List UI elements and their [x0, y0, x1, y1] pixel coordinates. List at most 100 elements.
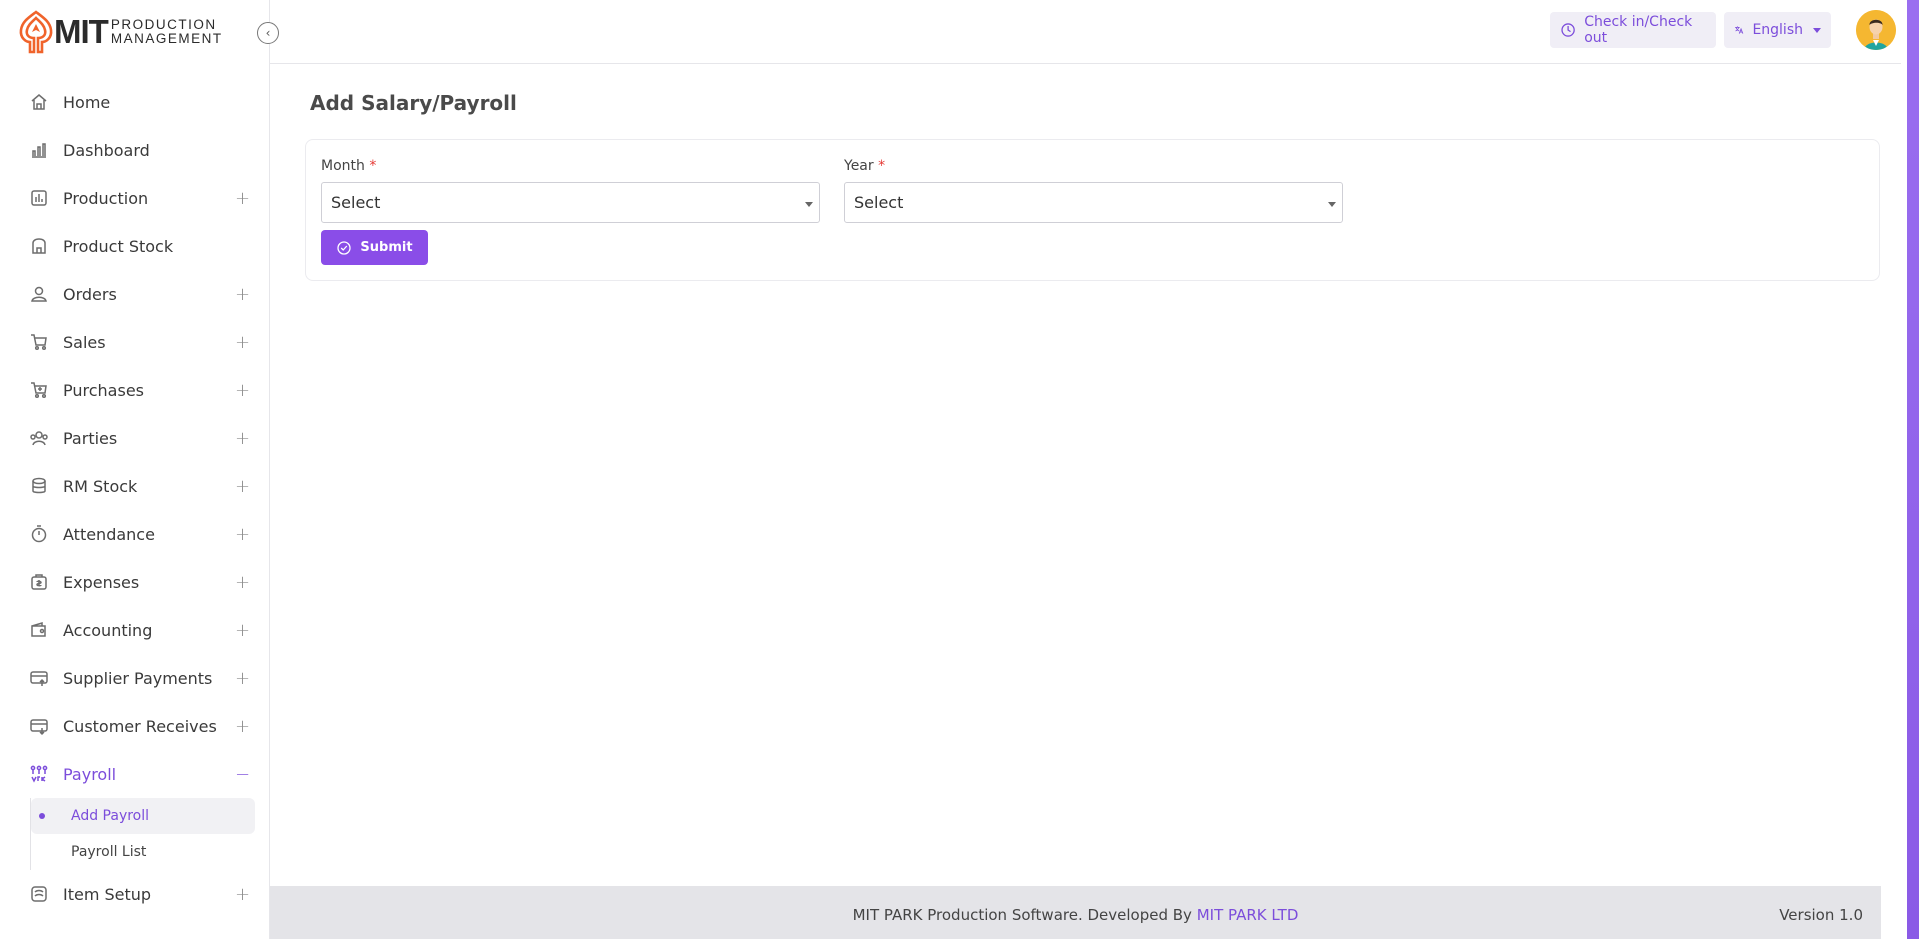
sidebar-item-supplier-payments[interactable]: Supplier Payments + [0, 654, 269, 702]
year-label: Year * [844, 158, 885, 174]
sidebar-item-product-stock[interactable]: Product Stock [0, 222, 269, 270]
sidebar-item-label: Orders [63, 284, 117, 304]
month-label-text: Month [321, 158, 365, 174]
sidebar-item-label: Expenses [63, 572, 140, 592]
sidebar-item-expenses[interactable]: Expenses + [0, 558, 269, 606]
sidebar-item-label: Production [63, 188, 149, 208]
language-dropdown[interactable]: English [1724, 12, 1831, 48]
footer-credit-text: MIT PARK Production Software. Developed … [852, 906, 1197, 924]
item-setup-icon [28, 883, 50, 905]
brand-sub-line1: PRODUCTION [110, 17, 217, 32]
checkin-checkout-label: Check in/Check out [1584, 14, 1693, 46]
sidebar: MIT PRODUCTION MANAGEMENT Home Dashboard… [0, 0, 270, 939]
brand-logo[interactable]: MIT PRODUCTION MANAGEMENT [16, 6, 223, 58]
sidebar-item-label: Dashboard [63, 140, 150, 160]
sidebar-item-parties[interactable]: Parties + [0, 414, 269, 462]
production-icon [28, 187, 50, 209]
payroll-form-card: Month * Select Year * Select Submit [305, 139, 1880, 281]
sidebar-item-production[interactable]: Production + [0, 174, 269, 222]
chevron-left-icon: ‹ [265, 26, 271, 40]
plus-icon: + [235, 331, 251, 353]
sidebar-item-label: Product Stock [63, 236, 174, 256]
sidebar-item-label: Attendance [63, 524, 155, 544]
expenses-icon [28, 571, 50, 593]
plus-icon: + [235, 283, 251, 305]
sidebar-item-sales[interactable]: Sales + [0, 318, 269, 366]
avatar-icon [1856, 10, 1896, 50]
plus-icon: + [235, 187, 251, 209]
plus-icon: + [235, 883, 251, 905]
sidebar-item-label: Accounting [63, 620, 153, 640]
sidebar-nav: Home Dashboard Production + Product Stoc… [0, 78, 269, 918]
sidebar-collapse-button[interactable]: ‹ [257, 22, 279, 44]
sidebar-item-label: Sales [63, 332, 106, 352]
sidebar-subitem-add-payroll[interactable]: Add Payroll [31, 798, 255, 834]
version-label: Version 1.0 [1779, 906, 1863, 924]
brand-subtitle: PRODUCTION MANAGEMENT [111, 18, 223, 46]
caret-down-icon [1328, 202, 1336, 207]
caret-down-icon [805, 202, 813, 207]
sidebar-item-purchases[interactable]: Purchases + [0, 366, 269, 414]
sidebar-item-label: RM Stock [63, 476, 138, 496]
page-title: Add Salary/Payroll [310, 91, 517, 115]
plus-icon: + [235, 379, 251, 401]
sidebar-item-home[interactable]: Home [0, 78, 269, 126]
submit-label: Submit [360, 240, 413, 255]
plus-icon: + [235, 523, 251, 545]
footer: MIT PARK Production Software. Developed … [270, 886, 1881, 939]
sidebar-item-dashboard[interactable]: Dashboard [0, 126, 269, 174]
required-mark: * [369, 158, 377, 174]
payroll-icon [28, 763, 50, 785]
dashboard-icon [28, 139, 50, 161]
purchase-cart-icon [28, 379, 50, 401]
sidebar-item-label: Item Setup [63, 884, 152, 904]
sidebar-item-rm-stock[interactable]: RM Stock + [0, 462, 269, 510]
home-icon [28, 91, 50, 113]
month-label: Month * [321, 158, 376, 174]
year-select-value: Select [854, 193, 904, 212]
sidebar-item-label: Customer Receives [63, 716, 217, 736]
sidebar-item-customer-receives[interactable]: Customer Receives + [0, 702, 269, 750]
orders-icon [28, 283, 50, 305]
sidebar-item-label: Supplier Payments [63, 668, 213, 688]
sidebar-item-accounting[interactable]: Accounting + [0, 606, 269, 654]
right-edge-accent [1907, 0, 1919, 939]
year-select[interactable]: Select [844, 182, 1343, 223]
tree-logo-icon [19, 10, 53, 54]
product-stock-icon [28, 235, 50, 257]
submit-button[interactable]: Submit [321, 230, 428, 265]
sidebar-item-payroll[interactable]: Payroll − [0, 750, 269, 798]
footer-credit: MIT PARK Production Software. Developed … [270, 906, 1881, 924]
sidebar-subitem-payroll-list[interactable]: Payroll List [31, 834, 269, 870]
sidebar-item-label: Home [63, 92, 111, 112]
plus-icon: + [235, 571, 251, 593]
plus-icon: + [235, 475, 251, 497]
sidebar-item-label: Parties [63, 428, 118, 448]
plus-icon: + [235, 427, 251, 449]
user-avatar[interactable] [1856, 10, 1896, 50]
language-label: English [1752, 22, 1803, 38]
check-circle-icon [337, 240, 352, 255]
clock-icon [1561, 23, 1575, 37]
top-bar: Check in/Check out English [270, 0, 1901, 64]
sidebar-item-attendance[interactable]: Attendance + [0, 510, 269, 558]
month-select[interactable]: Select [321, 182, 820, 223]
plus-icon: + [235, 619, 251, 641]
translate-icon [1735, 26, 1744, 34]
sidebar-item-orders[interactable]: Orders + [0, 270, 269, 318]
plus-icon: + [235, 715, 251, 737]
required-mark: * [878, 158, 886, 174]
sidebar-subitem-label: Add Payroll [71, 808, 150, 824]
plus-icon: + [235, 667, 251, 689]
sidebar-item-label: Payroll [63, 764, 117, 784]
brand-sub-line2: MANAGEMENT [110, 31, 223, 46]
active-dot-icon [39, 813, 45, 819]
sidebar-subitem-label: Payroll List [71, 844, 147, 860]
developer-link[interactable]: MIT PARK LTD [1197, 906, 1299, 924]
wallet-icon [28, 619, 50, 641]
checkin-checkout-button[interactable]: Check in/Check out [1550, 12, 1716, 48]
supplier-payment-icon [28, 667, 50, 689]
brand-name: MIT [54, 13, 109, 50]
cart-icon [28, 331, 50, 353]
sidebar-item-item-setup[interactable]: Item Setup + [0, 870, 269, 918]
